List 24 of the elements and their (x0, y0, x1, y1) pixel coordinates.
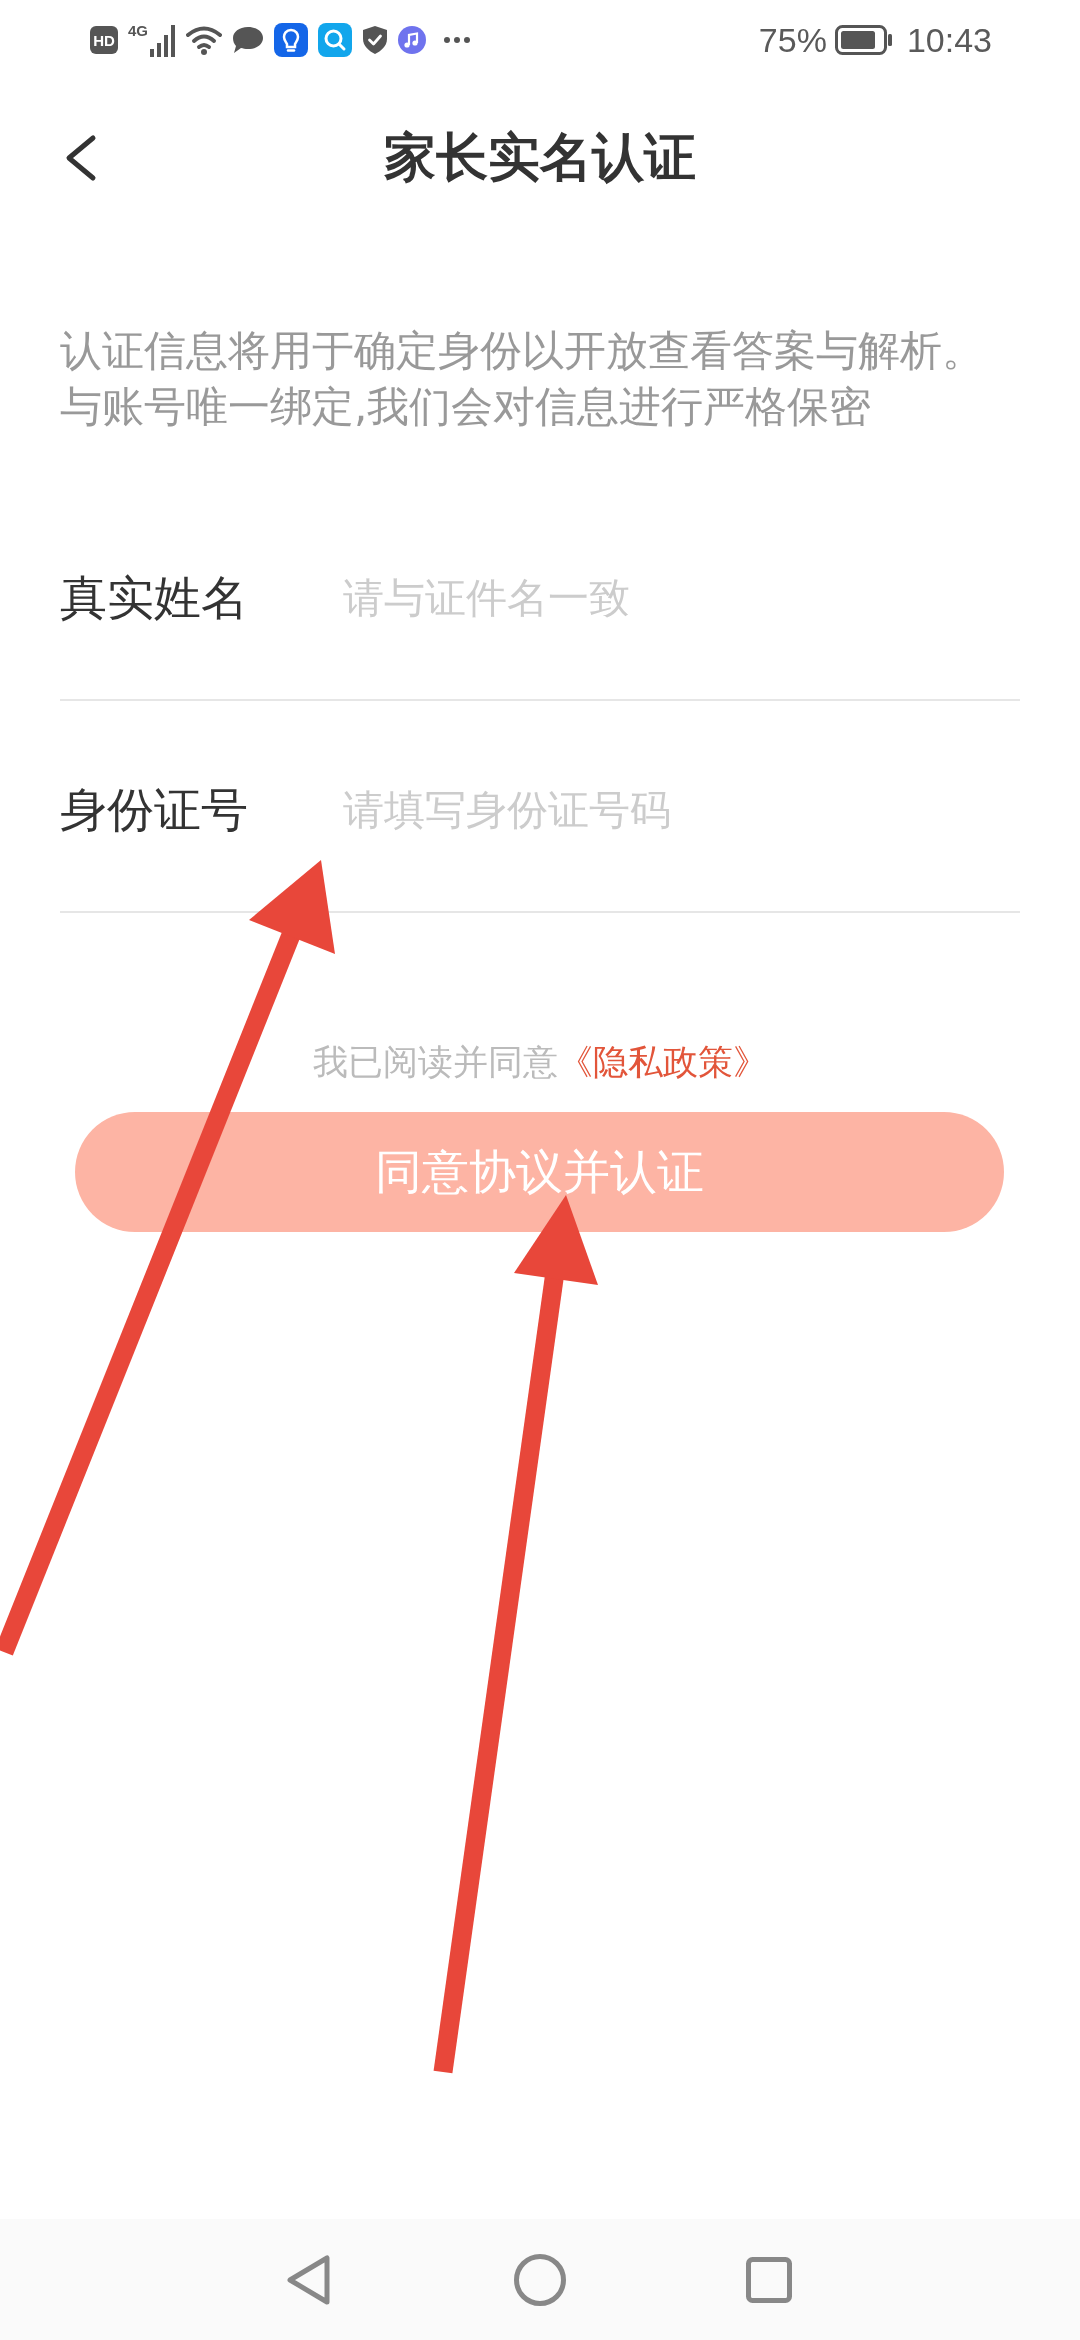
hd-badge: HD (90, 26, 118, 54)
recent-apps-square-icon[interactable] (746, 2256, 792, 2303)
page-title: 家长实名认证 (384, 126, 696, 189)
wifi-icon (186, 25, 222, 55)
notice-text: 与账号唯一绑定,我们会对信息进行严格保密 (60, 381, 872, 433)
clock-time: 10:43 (906, 20, 992, 60)
signal-bars-icon (150, 25, 176, 57)
battery-percent: 75% (758, 20, 827, 60)
back-icon[interactable] (64, 134, 98, 182)
field-label: 真实姓名 (60, 570, 249, 626)
home-circle-icon[interactable] (514, 2253, 566, 2306)
privacy-policy-link[interactable]: 《隐私政策》 (557, 1042, 768, 1082)
chat-bubble-icon (232, 26, 264, 54)
battery-icon (834, 25, 893, 55)
network-type-label: 4G (128, 23, 148, 38)
notice-text: 认证信息将用于确定身份以开放查看答案与解析。 (60, 325, 984, 377)
shield-check-icon (362, 25, 388, 55)
field-label: 身份证号 (60, 782, 249, 838)
back-triangle-icon[interactable] (287, 2254, 331, 2305)
music-note-icon (398, 26, 426, 54)
agreement-text: 我已阅读并同意《隐私政策》 (312, 1041, 768, 1084)
search-app-icon (318, 23, 352, 57)
light-bulb-app-icon (274, 23, 308, 57)
more-icon (444, 37, 470, 43)
